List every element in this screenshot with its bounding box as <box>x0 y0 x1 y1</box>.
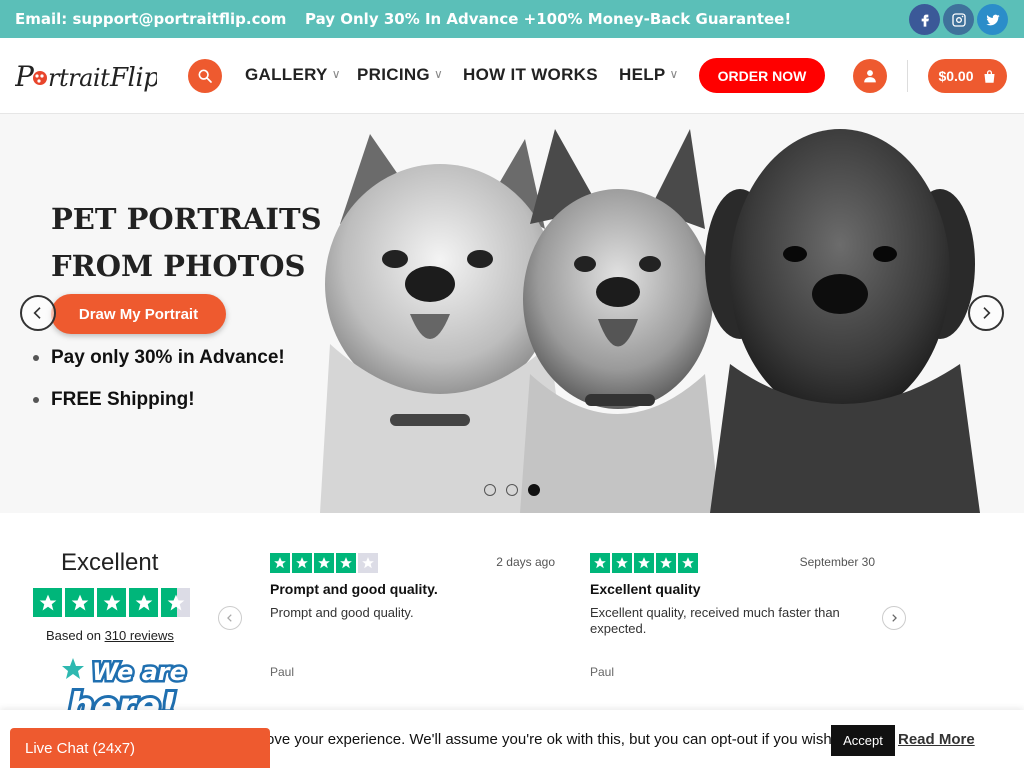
chevron-right-icon <box>983 307 991 319</box>
star-icon <box>678 553 698 573</box>
promo-text: Pay Only 30% In Advance +100% Money-Back… <box>305 10 792 28</box>
svg-text:Flip: Flip <box>109 63 157 93</box>
cookie-accept-button[interactable]: Accept <box>831 725 895 756</box>
review-author: Paul <box>270 665 295 679</box>
nav-pricing-label: PRICING <box>357 65 430 84</box>
review-title: Excellent quality <box>590 581 701 597</box>
slider-next-button[interactable] <box>968 295 1004 331</box>
star-icon <box>612 553 632 573</box>
slider-dot-3[interactable] <box>528 484 540 496</box>
chevron-left-icon <box>227 614 232 622</box>
nav-help-label: HELP <box>619 65 666 84</box>
review-card[interactable]: September 30 Excellent quality Excellent… <box>590 553 875 679</box>
hero-benefits-list: Pay only 30% in Advance! FREE Shipping! <box>33 344 285 428</box>
star-icon <box>65 588 94 617</box>
instagram-icon[interactable] <box>943 4 974 35</box>
chevron-left-icon <box>33 307 41 319</box>
review-title: Prompt and good quality. <box>270 581 438 597</box>
user-icon <box>864 70 876 83</box>
review-body: Prompt and good quality. <box>270 605 414 620</box>
twitter-icon[interactable] <box>977 4 1008 35</box>
star-icon <box>656 553 676 573</box>
draw-my-portrait-button[interactable]: Draw My Portrait <box>51 294 226 334</box>
review-card[interactable]: 2 days ago Prompt and good quality. Prom… <box>270 553 555 679</box>
based-on-text: Based on <box>46 628 101 643</box>
review-date: September 30 <box>799 555 875 569</box>
benefit-advance: Pay only 30% in Advance! <box>33 344 285 386</box>
chevron-down-icon: ∨ <box>433 67 444 81</box>
nav-how-it-works[interactable]: HOW IT WORKS <box>463 65 598 85</box>
nav-how-it-works-label: HOW IT WORKS <box>463 65 598 84</box>
logo-wordmark: P rtrait Flip <box>14 60 161 93</box>
star-icon <box>336 553 356 573</box>
reviews-prev-button[interactable] <box>218 606 242 630</box>
benefit-shipping: FREE Shipping! <box>33 386 285 428</box>
search-button[interactable] <box>188 59 222 93</box>
svg-text:rtrait: rtrait <box>48 64 110 92</box>
slider-prev-button[interactable] <box>20 295 56 331</box>
star-icon <box>292 553 312 573</box>
half-star-icon <box>161 588 190 617</box>
svg-text:P: P <box>15 60 35 93</box>
chevron-right-icon <box>892 614 897 622</box>
reviews-next-button[interactable] <box>882 606 906 630</box>
trustpilot-stars <box>33 588 190 617</box>
facebook-icon[interactable] <box>909 4 940 35</box>
review-count: Based on 310 reviews <box>46 628 174 643</box>
review-author: Paul <box>590 665 615 679</box>
header-divider <box>907 60 908 92</box>
shopping-bag-icon <box>984 69 995 83</box>
star-icon <box>270 553 290 573</box>
slider-dot-1[interactable] <box>484 484 496 496</box>
site-header: P rtrait Flip GALLERY ∨ PRICING ∨ HOW IT W… <box>0 38 1024 114</box>
empty-star-icon <box>358 553 378 573</box>
nav-help[interactable]: HELP ∨ <box>619 65 679 85</box>
hero-slider: PET PORTRAITS FROM PHOTOS Draw My Portra… <box>0 114 1024 513</box>
star-icon <box>33 588 62 617</box>
star-icon <box>129 588 158 617</box>
star-icon <box>314 553 334 573</box>
chevron-down-icon: ∨ <box>331 67 341 81</box>
cookie-read-more-link[interactable]: Read More <box>898 731 975 748</box>
portraitflip-logo[interactable]: P rtrait Flip <box>14 56 161 103</box>
star-icon <box>97 588 126 617</box>
hero-title: PET PORTRAITS FROM PHOTOS <box>51 196 322 290</box>
nav-gallery-label: GALLERY <box>245 65 328 84</box>
hero-title-line1: PET PORTRAITS <box>51 202 322 236</box>
star-icon <box>634 553 654 573</box>
nav-pricing[interactable]: PRICING ∨ <box>357 65 443 85</box>
slider-dots <box>484 484 540 496</box>
account-button[interactable] <box>853 59 887 93</box>
order-now-button[interactable]: ORDER NOW <box>699 58 825 93</box>
review-date: 2 days ago <box>496 555 555 569</box>
slider-dot-2[interactable] <box>506 484 518 496</box>
badge-line1: We are <box>92 658 186 686</box>
star-icon <box>590 553 610 573</box>
cart-total: $0.00 <box>938 68 974 84</box>
top-bar: Email: support@portraitflip.com Pay Only… <box>0 0 1024 38</box>
support-email[interactable]: Email: support@portraitflip.com <box>15 10 286 28</box>
nav-gallery[interactable]: GALLERY ∨ <box>245 65 341 85</box>
hero-title-line2: FROM PHOTOS <box>51 249 306 283</box>
reviews-link[interactable]: 310 reviews <box>105 628 174 643</box>
live-chat-button[interactable]: Live Chat (24x7) <box>10 728 270 768</box>
trustpilot-rating-word: Excellent <box>61 549 159 576</box>
review-body: Excellent quality, received much faster … <box>590 605 840 636</box>
dog-portrait-image <box>320 129 980 513</box>
cookie-text: ove your experience. We'll assume you're… <box>266 731 836 748</box>
search-icon <box>198 69 212 83</box>
chevron-down-icon: ∨ <box>669 67 679 81</box>
cart-button[interactable]: $0.00 <box>928 59 1007 93</box>
